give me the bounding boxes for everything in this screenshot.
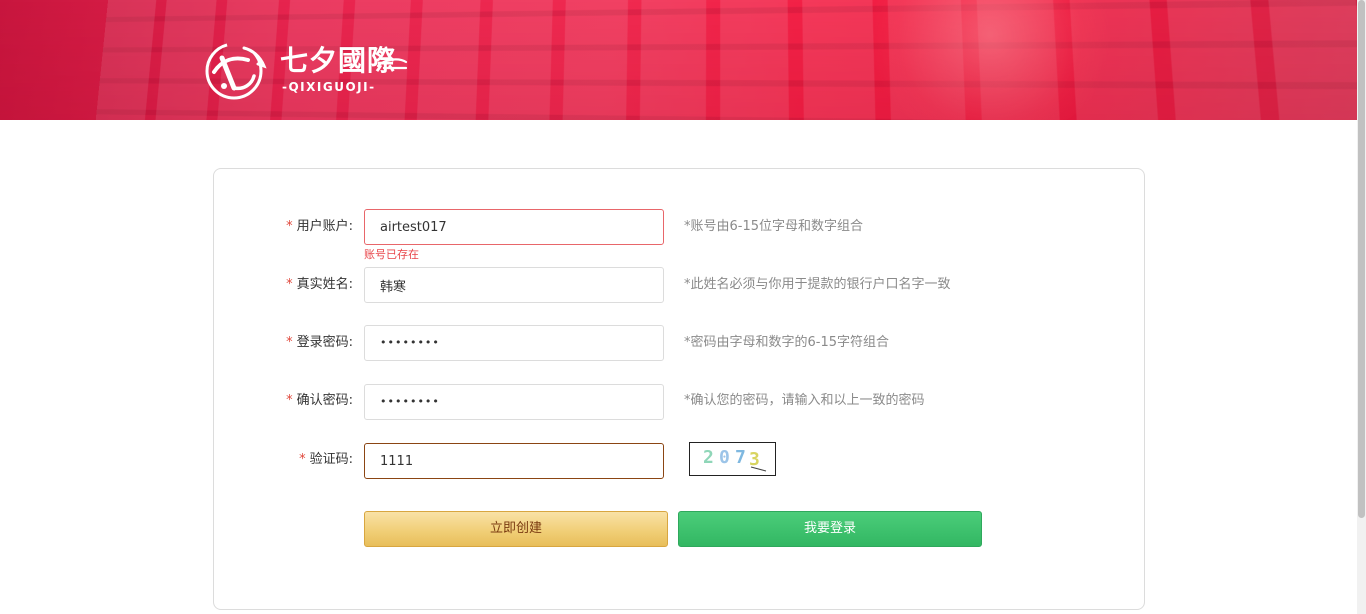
site-logo[interactable]: 七夕國際 -QIXIGUOJI- xyxy=(204,38,409,102)
password-input[interactable]: •••••••• xyxy=(364,325,664,361)
confirm-password-hint: *确认您的密码，请输入和以上一致的密码 xyxy=(684,393,925,408)
captcha-input[interactable] xyxy=(364,443,664,479)
username-label: * 用户账户: xyxy=(286,219,353,234)
username-hint: *账号由6-15位字母和数字组合 xyxy=(684,219,864,234)
confirm-password-input[interactable]: •••••••• xyxy=(364,384,664,420)
logo-text-en: -QIXIGUOJI- xyxy=(282,80,376,94)
password-hint: *密码由字母和数字的6-15字符组合 xyxy=(684,335,890,350)
page-scrollbar[interactable] xyxy=(1357,0,1366,614)
realname-hint: *此姓名必须与你用于提款的银行户口名字一致 xyxy=(684,277,951,292)
password-label: * 登录密码: xyxy=(286,335,353,350)
username-input[interactable] xyxy=(364,209,664,245)
captcha-digit: 7 xyxy=(735,447,746,468)
captcha-image[interactable]: 2 0 7 3 xyxy=(689,442,776,476)
captcha-label: * 验证码: xyxy=(299,452,353,467)
username-error-message: 账号已存在 xyxy=(364,248,419,261)
required-mark: * xyxy=(299,452,306,467)
scrollbar-thumb[interactable] xyxy=(1358,0,1365,518)
header-banner: 七夕國際 -QIXIGUOJI- xyxy=(0,0,1357,120)
required-mark: * xyxy=(286,219,293,234)
logo-swoosh-icon xyxy=(376,58,408,70)
captcha-noise-line xyxy=(750,466,767,472)
required-mark: * xyxy=(286,393,293,408)
confirm-password-label: * 确认密码: xyxy=(286,393,353,408)
captcha-digit: 2 xyxy=(703,447,714,468)
create-account-button[interactable]: 立即创建 xyxy=(364,511,668,547)
required-mark: * xyxy=(286,277,293,292)
required-mark: * xyxy=(286,335,293,350)
realname-input[interactable] xyxy=(364,267,664,303)
captcha-digit: 0 xyxy=(719,447,730,468)
login-button[interactable]: 我要登录 xyxy=(678,511,982,547)
logo-emblem-icon xyxy=(205,42,267,100)
realname-label: * 真实姓名: xyxy=(286,277,353,292)
